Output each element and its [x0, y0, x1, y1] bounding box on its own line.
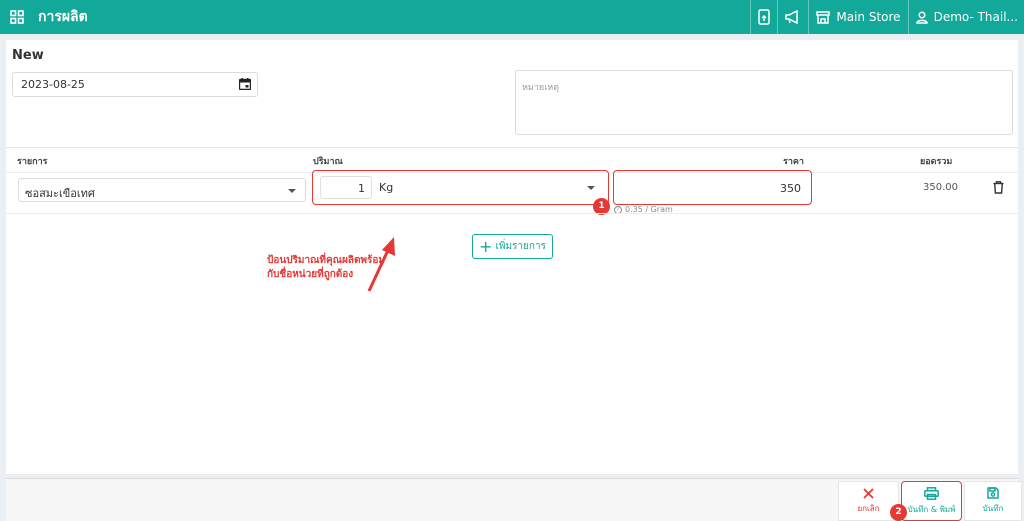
form-heading: New — [12, 48, 44, 63]
user-label: Demo- Thail... — [933, 10, 1018, 24]
apps-grid-icon[interactable] — [0, 0, 34, 34]
date-value: 2023-08-25 — [21, 78, 85, 91]
save-print-label: บันทึก & พิมพ์ — [907, 504, 956, 514]
user-menu[interactable]: Demo- Thail... — [907, 0, 1024, 34]
save-button[interactable]: บันทึก — [964, 481, 1022, 521]
cancel-label: ยกเลิก — [857, 503, 880, 513]
store-icon — [816, 10, 831, 24]
calendar-icon[interactable] — [238, 78, 252, 93]
price-input[interactable]: 350 — [613, 170, 812, 205]
store-label: Main Store — [836, 10, 901, 24]
quantity-group-highlight: 1 Kg — [312, 170, 609, 205]
note-textarea[interactable]: หมายเหตุ — [515, 70, 1013, 135]
chevron-down-icon — [587, 186, 595, 190]
column-header-total: ยอดรวม — [920, 157, 953, 167]
annotation-line-1: ป้อนปริมาณที่คุณผลิตพร้อม — [267, 255, 385, 266]
save-icon — [987, 487, 999, 499]
step-badge-2: 2 — [890, 504, 907, 521]
column-header-price: ราคา — [783, 157, 804, 167]
column-header-item: รายการ — [17, 157, 48, 167]
row-total: 350.00 — [923, 182, 958, 193]
annotation-line-2: กับชื่อหน่วยที่ถูกต้อง — [267, 269, 354, 280]
close-icon — [863, 487, 874, 499]
divider — [6, 213, 1018, 214]
delete-icon[interactable] — [993, 179, 1004, 198]
save-label: บันทึก — [982, 504, 1004, 513]
add-item-label: เพิ่มรายการ — [495, 241, 546, 252]
annotation-text: ป้อนปริมาณที่คุณผลิตพร้อม กับชื่อหน่วยที… — [267, 254, 427, 282]
announcement-button[interactable] — [777, 0, 808, 34]
unit-value: Kg — [379, 181, 394, 194]
item-select[interactable]: ซอสมะเขือเทศ — [18, 178, 306, 202]
note-placeholder: หมายเหตุ — [522, 83, 560, 93]
store-selector[interactable]: Main Store — [808, 0, 907, 34]
add-item-button[interactable]: + เพิ่มรายการ — [472, 234, 553, 259]
page-title: การผลิต — [38, 9, 88, 25]
plus-icon: + — [479, 236, 493, 256]
printer-icon — [924, 486, 939, 500]
top-bar: การผลิต Main Store Demo- Thail... — [0, 0, 1024, 34]
production-form: New 2023-08-25 หมายเหตุ รายการ ปริมาณ รา… — [6, 40, 1018, 474]
chevron-down-icon — [288, 189, 296, 193]
save-print-button[interactable]: บันทึก & พิมพ์ — [901, 481, 962, 521]
divider — [6, 147, 1018, 148]
item-value: ซอสมะเขือเทศ — [25, 187, 95, 200]
quantity-input[interactable]: 1 — [320, 176, 372, 199]
column-header-qty: ปริมาณ — [313, 157, 343, 167]
mobile-sync-button[interactable] — [750, 0, 777, 34]
user-icon — [915, 10, 928, 24]
unit-select[interactable]: Kg — [375, 176, 604, 199]
mobile-sync-icon — [758, 9, 771, 25]
date-field[interactable]: 2023-08-25 — [12, 72, 258, 97]
action-bar: ยกเลิก บันทึก & พิมพ์ บันทึก 2 — [6, 478, 1022, 521]
megaphone-icon — [785, 10, 799, 24]
